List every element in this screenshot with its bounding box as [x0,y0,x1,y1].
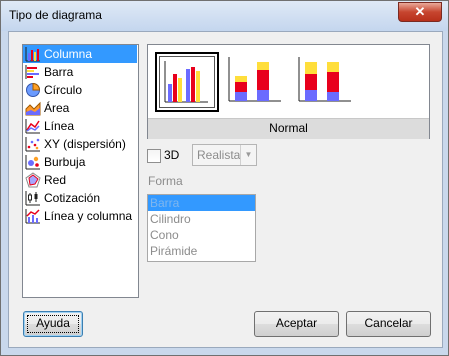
column-chart-icon [25,47,40,62]
net-chart-icon [25,172,41,188]
pie-chart-icon [26,82,41,97]
variant-caption: Normal [148,118,429,139]
3d-mode-value: Realista [197,148,241,162]
chart-type-item-red[interactable]: Red [23,171,138,189]
bar-chart-icon [25,65,39,79]
stacked-column-icon [228,57,281,102]
area-chart-icon [25,101,41,116]
line-chart-icon [25,119,40,134]
stock-chart-icon [25,191,40,206]
chart-type-label: Red [44,173,67,187]
chevron-down-icon: ▼ [240,145,256,165]
chart-type-item-area[interactable]: Área [23,99,138,117]
cancel-button-label: Cancelar [364,316,413,330]
ok-button-label: Aceptar [275,316,318,330]
variant-normal[interactable] [155,52,219,112]
ok-button[interactable]: Aceptar [254,311,339,337]
chart-variant-panel: Normal [147,44,430,139]
close-button[interactable]: ✕ [398,2,442,22]
chart-type-item-columna[interactable]: Columna [23,45,137,63]
percent-stacked-column-icon [298,57,351,102]
chart-type-label: Burbuja [44,155,86,169]
dialog-body: Columna Barra Círculo Área Línea XY (dis… [8,31,443,348]
chart-type-label: Línea y columna [44,209,133,223]
chart-type-label: Área [44,101,70,115]
chart-type-item-circulo[interactable]: Círculo [23,81,138,99]
scatter-chart-icon [25,137,40,152]
shape-option-piramide[interactable]: Pirámide [148,243,255,259]
chart-type-label: XY (dispersión) [44,137,126,151]
close-icon: ✕ [414,4,426,19]
3d-checkbox[interactable] [147,149,161,163]
chart-type-list: Columna Barra Círculo Área Línea XY (dis… [22,44,139,298]
chart-type-label: Barra [44,65,74,79]
shape-option-cono[interactable]: Cono [148,227,255,243]
shape-label: Forma [148,174,183,188]
shape-list: Barra Cilindro Cono Pirámide [147,194,256,262]
variant-percent-stacked[interactable] [295,52,355,108]
shape-option-barra[interactable]: Barra [148,195,255,211]
chart-type-item-cotizacion[interactable]: Cotización [23,189,138,207]
shape-option-cilindro[interactable]: Cilindro [148,211,255,227]
normal-column-icon [164,61,208,103]
chart-type-label: Columna [44,47,93,61]
help-button[interactable]: Ayuda [23,311,83,337]
variant-stacked[interactable] [225,52,285,108]
3d-mode-select[interactable]: Realista ▼ [192,144,257,166]
chart-type-dialog: Tipo de diagrama ✕ Columna Barra Círculo… [0,0,449,356]
title-bar: Tipo de diagrama ✕ [1,1,448,31]
column-line-chart-icon [25,209,40,224]
chart-type-label: Círculo [44,83,83,97]
chart-type-item-linea[interactable]: Línea [23,117,138,135]
chart-type-item-linea-columna[interactable]: Línea y columna [23,207,138,225]
chart-type-label: Cotización [44,191,101,205]
chart-type-item-barra[interactable]: Barra [23,63,138,81]
cancel-button[interactable]: Cancelar [346,311,431,337]
chart-type-item-burbuja[interactable]: Burbuja [23,153,138,171]
3d-label: 3D [164,148,180,162]
chart-type-label: Línea [44,119,75,133]
chart-type-item-xy[interactable]: XY (dispersión) [23,135,138,153]
bubble-chart-icon [25,155,40,170]
dialog-title: Tipo de diagrama [9,8,102,22]
